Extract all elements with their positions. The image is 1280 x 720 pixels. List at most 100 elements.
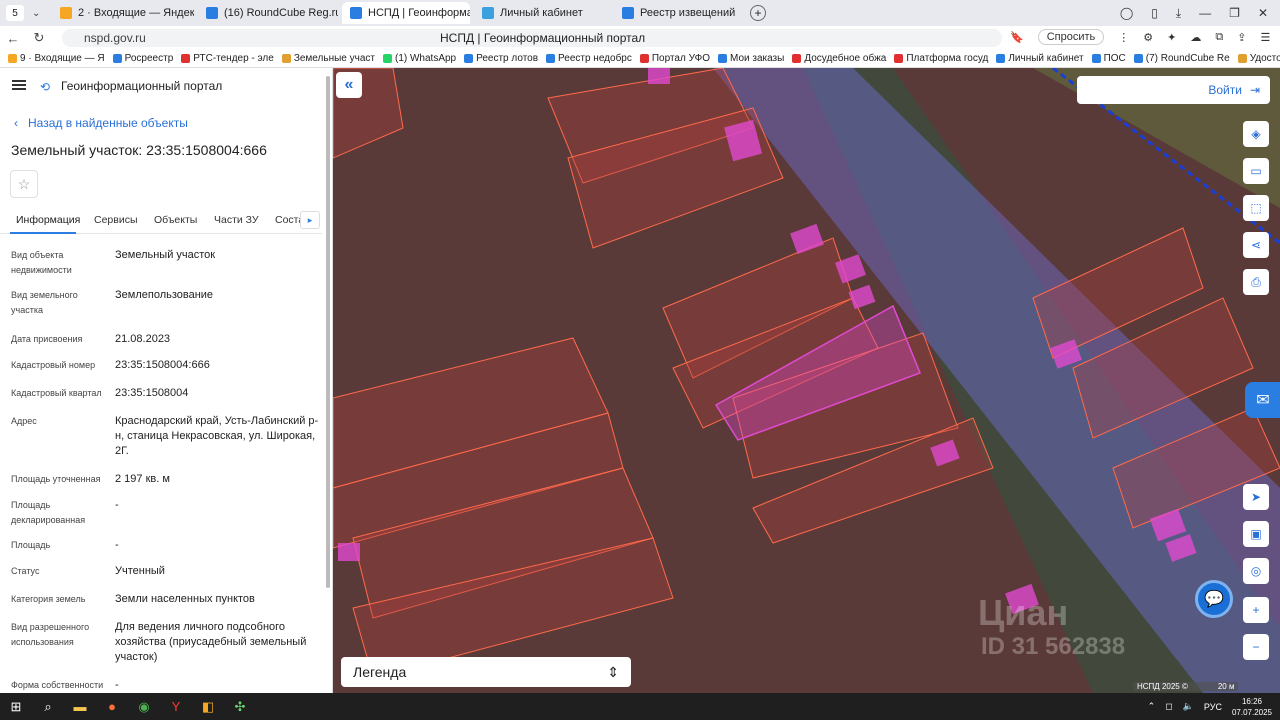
bookmark-item[interactable]: Личный кабинет [996,53,1084,64]
yandex-browser-icon[interactable]: Y [160,693,192,720]
bookmarks-bar: 9 · Входящие — Я Росреестр РТС-тендер - эл… [0,50,1280,68]
firefox-icon[interactable]: ● [96,693,128,720]
back-link-label: Назад в найденные объекты [28,116,188,130]
file-explorer-icon[interactable]: ▬ [64,693,96,720]
puzzle-icon[interactable]: ⧉ [1215,31,1223,44]
new-tab-button[interactable]: + [750,5,766,21]
bookmark-item[interactable]: Портал УФО [639,53,710,64]
bookmark-item[interactable]: 9 · Входящие — Я [8,53,105,64]
close-window-button[interactable]: ✕ [1258,6,1268,20]
back-arrow-icon[interactable]: ← [0,31,26,46]
windows-start-icon[interactable]: ⊞ [0,693,32,720]
bookmark-label: РТС-тендер - эле [193,53,274,64]
cloud-icon[interactable]: ☁ [1190,31,1201,44]
bookmark-item[interactable]: Реестр недобрс [546,53,632,64]
tab-label: (16) RoundCube Reg.ru W [224,7,338,19]
tab-label: Личный кабинет [500,7,583,19]
clock[interactable]: 16:26 07.07.2025 [1232,696,1272,718]
network-icon[interactable]: ◻ [1165,701,1172,712]
bookmark-star-icon[interactable]: 🔖 [1010,31,1024,44]
property-value: - [115,499,119,511]
bookmark-item[interactable]: РТС-тендер - эле [181,53,274,64]
profile-icon[interactable]: ◯ [1120,6,1133,20]
search-icon[interactable]: ⌕ [32,693,64,720]
bookmark-item[interactable]: Земельные участ [281,53,375,64]
chevron-down-icon[interactable]: ⌄ [32,8,48,19]
tabs-scroll-right-icon[interactable]: ▸ [300,211,320,229]
messages-button[interactable]: 💬 [1195,580,1233,618]
collapse-panel-button[interactable]: « [336,72,362,98]
ruler-icon[interactable]: ▭ [1243,158,1269,184]
geolocation-icon[interactable]: ◎ [1243,558,1269,584]
app-icon[interactable]: ◧ [192,693,224,720]
browser-tab[interactable]: 2 · Входящие — Яндекс П [52,2,194,24]
bookmark-item[interactable]: Платформа госуд [894,53,988,64]
navigate-icon[interactable]: ➤ [1243,484,1269,510]
map-canvas[interactable] [333,68,1280,693]
login-icon: ⇥ [1249,83,1260,97]
layers-icon[interactable]: ◈ [1243,121,1269,147]
bookmark-item[interactable]: ПОС [1091,53,1126,64]
bookmark-item[interactable]: (1) WhatsApp [382,53,456,64]
share-icon[interactable]: ⇪ [1237,31,1246,44]
active-tab-indicator [10,232,76,234]
property-label: Вид земельного участка [11,290,78,315]
zoom-out-button[interactable]: − [1243,634,1269,660]
map-copyright: НСПД 2025 © 20 м [1133,682,1239,691]
legend-dropdown[interactable]: Легенда ⇕ [341,657,631,687]
bookmark-item[interactable]: Росреестр [112,53,174,64]
zoom-in-button[interactable]: + [1243,597,1269,623]
network-app-icon[interactable]: ✣ [224,693,256,720]
browser-tab[interactable]: (16) RoundCube Reg.ru W [198,2,338,24]
menu-icon[interactable]: ☰ [1260,31,1270,44]
bookmark-favicon-icon [464,54,474,63]
bookmark-item[interactable]: (7) RoundCube Re [1133,53,1230,64]
browser-tab-active[interactable]: НСПД | Геоинформаци ✕ [342,2,470,24]
tab-objects[interactable]: Объекты [154,214,197,226]
back-link[interactable]: ‹ Назад в найденные объекты [14,116,188,130]
panel-scrollbar[interactable] [326,76,330,588]
bookmarks-icon[interactable]: ▯ [1151,6,1158,20]
property-label: Вид объекта недвижимости [11,250,72,275]
tab-info[interactable]: Информация [16,214,80,226]
watermark-id: ID 31 562838 [981,633,1126,660]
reload-icon[interactable]: ↻ [26,30,52,46]
tab-services[interactable]: Сервисы [94,214,138,226]
tab-count-badge[interactable]: 5 [6,5,24,21]
browser-tab[interactable]: Личный кабинет [474,2,610,24]
bookmark-item[interactable]: Удостоверяющий [1237,53,1280,64]
bookmark-label: 9 · Входящие — Я [20,53,105,64]
language-indicator[interactable]: РУС [1204,702,1222,712]
restore-button[interactable]: ❐ [1229,6,1240,20]
ask-button[interactable]: Спросить [1037,29,1105,45]
volume-icon[interactable]: 🔈 [1183,701,1194,712]
minimize-button[interactable]: — [1199,6,1211,20]
extension-icon[interactable]: ✦ [1167,31,1176,44]
chevron-updown-icon: ⇕ [607,663,619,680]
bookmark-label: Росреестр [124,53,174,64]
favorite-star-icon[interactable]: ☆ [10,170,38,198]
download-icon[interactable]: ⤓ [1176,6,1181,21]
nspd-icon [350,7,362,19]
print-icon[interactable]: ⎙ [1243,269,1269,295]
map-view[interactable]: « Войти ⇥ ◈ ▭ ⬚ ⋖ ⎙ ✉ ➤ ▣ ◎ + − 💬 Циан I… [333,68,1280,693]
page-title: Земельный участок: 23:35:1508004:666 [11,142,267,158]
chevron-up-icon[interactable]: ⌃ [1148,701,1156,712]
menu-icon[interactable] [12,80,26,90]
browser-tab[interactable]: Реестр извещений [614,2,744,24]
share-icon[interactable]: ⋖ [1243,232,1269,258]
picture-in-picture-icon[interactable]: ▣ [1243,521,1269,547]
property-label: Кадастровый номер [11,360,96,370]
extension-icon[interactable]: ⚙ [1143,31,1153,44]
bookmark-item[interactable]: Мои заказы [718,53,784,64]
assistant-chat-icon[interactable]: ✉ [1245,382,1280,418]
bookmark-item[interactable]: Реестр лотов [464,53,538,64]
bookmark-item[interactable]: Досудебное обжа [792,53,886,64]
select-area-icon[interactable]: ⬚ [1243,195,1269,221]
info-tabs: Информация Сервисы Объекты Части ЗУ Сост… [0,206,322,234]
more-icon[interactable]: ⋮ [1118,31,1129,44]
property-value: Земли населенных пунктов [115,593,255,605]
login-button[interactable]: Войти ⇥ [1077,76,1270,104]
chrome-icon[interactable]: ◉ [128,693,160,720]
tab-parts[interactable]: Части ЗУ [214,214,259,226]
